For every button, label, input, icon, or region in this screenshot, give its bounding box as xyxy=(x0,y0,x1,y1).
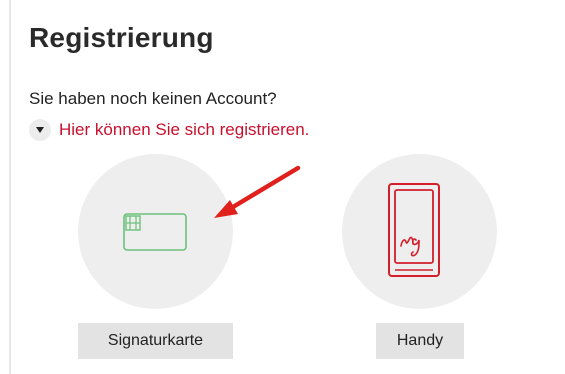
page-title: Registrierung xyxy=(29,22,214,53)
left-divider xyxy=(9,0,11,374)
mobile-option: Handy xyxy=(342,154,497,359)
register-link-label: Hier können Sie sich registrieren. xyxy=(59,120,310,139)
caret-down-icon xyxy=(29,119,51,141)
signature-card-button[interactable]: Signaturkarte xyxy=(78,323,233,359)
mobile-signature-icon xyxy=(388,183,440,277)
mobile-circle[interactable] xyxy=(342,154,497,309)
no-account-question: Sie haben noch keinen Account? xyxy=(29,89,277,108)
mobile-button[interactable]: Handy xyxy=(376,323,464,359)
red-arrow-annotation xyxy=(214,165,301,218)
registration-page: Registrierung Sie haben noch keinen Acco… xyxy=(0,0,565,374)
register-link[interactable]: Hier können Sie sich registrieren. xyxy=(29,118,309,142)
